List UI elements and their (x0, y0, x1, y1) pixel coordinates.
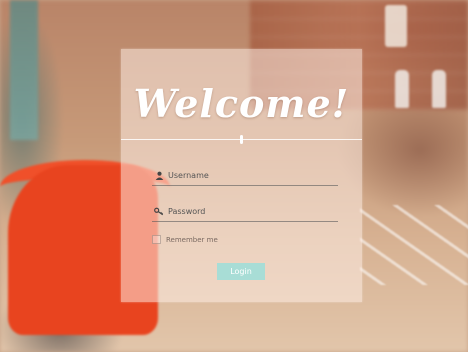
remember-me[interactable]: Remember me (152, 235, 218, 244)
welcome-title: Welcome! (133, 81, 350, 126)
key-icon (152, 207, 166, 216)
password-field[interactable] (152, 201, 338, 222)
login-card: Welcome! Remember me Login (121, 49, 362, 302)
login-button[interactable]: Login (217, 263, 265, 280)
background-bottle (395, 70, 409, 108)
divider-marker (240, 135, 243, 144)
username-field[interactable] (152, 165, 338, 186)
background-window (10, 0, 38, 140)
username-input[interactable] (166, 170, 328, 180)
background-lamp (385, 5, 407, 47)
user-icon (152, 171, 166, 180)
background-bottle (432, 70, 446, 108)
remember-me-label: Remember me (166, 235, 218, 244)
password-input[interactable] (166, 206, 328, 216)
remember-me-checkbox[interactable] (152, 235, 161, 244)
background-table (360, 205, 468, 285)
